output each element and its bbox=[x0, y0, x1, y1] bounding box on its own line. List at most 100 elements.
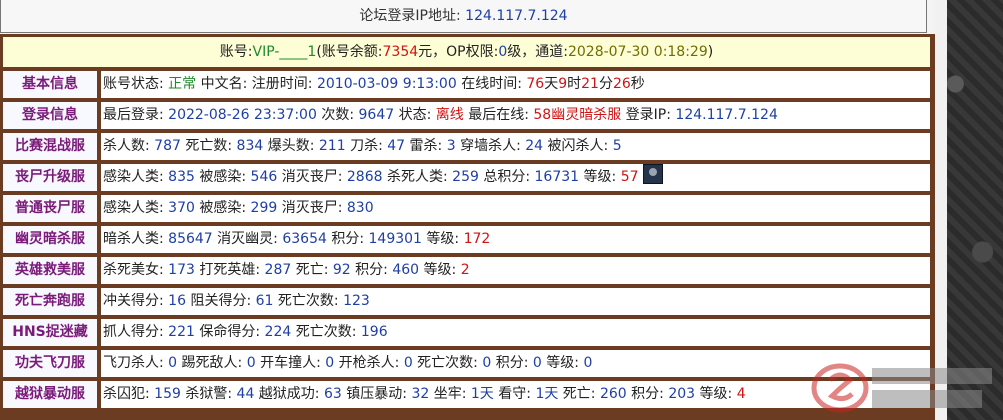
stat-label: 等级: bbox=[419, 262, 461, 278]
stat-label: 总积分: bbox=[478, 169, 535, 185]
stat-value: 259 bbox=[452, 169, 479, 185]
account-balance: 7354 bbox=[382, 44, 419, 60]
stat-label: 登录IP: bbox=[621, 107, 676, 123]
stat-label: 在线时间: bbox=[456, 76, 527, 92]
table-row: 越狱暴动服 杀囚犯: 159 杀狱警: 44 越狱成功: 63 镇压暴动: 32 … bbox=[2, 380, 931, 409]
hdr-p3: 元，OP权限: bbox=[418, 44, 499, 60]
stat-label: 积分: bbox=[626, 386, 669, 402]
stat-value: 2022-08-26 23:37:00 bbox=[168, 107, 317, 123]
stat-label: 等级: bbox=[421, 231, 464, 247]
stat-value: 0 bbox=[403, 355, 413, 371]
stats-table: 账号:VIP-____1(账号余额:7354元，OP权限:0级，通道:2028-… bbox=[0, 34, 935, 420]
stat-value: 460 bbox=[392, 262, 420, 278]
account-name: VIP-____1 bbox=[252, 44, 317, 60]
stat-label: 中文名: 注册时间: bbox=[196, 76, 317, 92]
category-label: 普通丧尸服 bbox=[2, 194, 98, 223]
stat-label: 被感染: bbox=[194, 169, 251, 185]
stat-label: 踢死敌人: bbox=[177, 355, 247, 371]
stat-label: 雷杀: bbox=[405, 138, 447, 154]
stats-rows: 基本信息 账号状态: 正常 中文名: 注册时间: 2010-03-09 9:13:… bbox=[2, 70, 931, 409]
stat-label: 消灭幽灵: bbox=[212, 231, 283, 247]
stat-label: 杀死人类: bbox=[382, 169, 453, 185]
stat-value: 2010-03-09 9:13:00 bbox=[316, 76, 457, 92]
stat-label: 杀死美女: bbox=[103, 262, 169, 278]
stat-value: 224 bbox=[264, 324, 292, 340]
stat-label: 次数: bbox=[316, 107, 359, 123]
stat-value: 63654 bbox=[282, 231, 327, 247]
stats-info: 冲关得分: 16 阻关得分: 61 死亡次数: 123 bbox=[100, 287, 931, 316]
table-row: 登录信息 最后登录: 2022-08-26 23:37:00 次数: 9647 状… bbox=[2, 101, 931, 130]
stat-value: 63 bbox=[323, 386, 342, 402]
stat-value: 299 bbox=[250, 200, 278, 216]
stat-label: 开枪杀人: bbox=[334, 355, 404, 371]
stat-label: 爆头数: bbox=[263, 138, 319, 154]
hdr-p5: ) bbox=[707, 44, 714, 60]
stat-label: 阻关得分: bbox=[186, 293, 256, 309]
stat-value: 58幽灵暗杀服 bbox=[533, 107, 622, 123]
stat-label: 杀人数: bbox=[103, 138, 155, 154]
category-label: HNS捉迷藏 bbox=[2, 318, 98, 347]
stat-value: 正常 bbox=[168, 76, 197, 92]
stats-info: 飞刀杀人: 0 踢死敌人: 0 开车撞人: 0 开枪杀人: 0 死亡次数: 0 … bbox=[100, 349, 931, 378]
stat-label: 死亡次数: bbox=[412, 355, 483, 371]
stats-info: 感染人类: 835 被感染: 546 消灭丧尸: 2868 杀死人类: 259 … bbox=[100, 163, 931, 192]
stat-label: 开车撞人: bbox=[255, 355, 326, 371]
stat-value: 92 bbox=[332, 262, 351, 278]
stat-label: 秒 bbox=[630, 76, 645, 92]
stat-value: 370 bbox=[168, 200, 195, 216]
stat-value: 85647 bbox=[168, 231, 213, 247]
stat-label: 抓人得分: bbox=[103, 324, 169, 340]
ip-label: 论坛登录IP地址: bbox=[359, 8, 461, 24]
stat-label: 被感染: bbox=[194, 200, 251, 216]
stat-value: 0 bbox=[168, 355, 178, 371]
category-label: 幽灵暗杀服 bbox=[2, 225, 98, 254]
stat-value: 26 bbox=[612, 76, 631, 92]
stat-value: 0 bbox=[532, 355, 542, 371]
stat-label: 保命得分: bbox=[194, 324, 265, 340]
stat-label: 账号状态: bbox=[103, 76, 169, 92]
stat-label: 越狱成功: bbox=[254, 386, 324, 402]
table-row: 普通丧尸服 感染人类: 370 被感染: 299 消灭丧尸: 830 bbox=[2, 194, 931, 223]
stat-label: 分 bbox=[598, 76, 613, 92]
stats-info: 账号状态: 正常 中文名: 注册时间: 2010-03-09 9:13:00 在… bbox=[100, 70, 931, 99]
top-ip-text: 论坛登录IP地址: 124.117.7.124 bbox=[0, 0, 927, 33]
stat-value: 287 bbox=[264, 262, 292, 278]
stat-value: 47 bbox=[387, 138, 406, 154]
stat-value: 0 bbox=[246, 355, 256, 371]
stat-value: 9647 bbox=[358, 107, 395, 123]
category-label: 丧尸升级服 bbox=[2, 163, 98, 192]
stat-label: 飞刀杀人: bbox=[103, 355, 169, 371]
stat-label: 积分: bbox=[350, 262, 393, 278]
table-row: 基本信息 账号状态: 正常 中文名: 注册时间: 2010-03-09 9:13:… bbox=[2, 70, 931, 99]
stats-info: 感染人类: 370 被感染: 299 消灭丧尸: 830 bbox=[100, 194, 931, 223]
stat-value: 57 bbox=[620, 169, 639, 185]
stats-info: 抓人得分: 221 保命得分: 224 死亡次数: 196 bbox=[100, 318, 931, 347]
stat-value: 0 bbox=[583, 355, 593, 371]
stat-label: 冲关得分: bbox=[103, 293, 169, 309]
stat-value: 211 bbox=[318, 138, 346, 154]
stat-value: 61 bbox=[255, 293, 274, 309]
hdr-p1: 账号: bbox=[219, 44, 253, 60]
stat-value: 172 bbox=[463, 231, 491, 247]
stat-label: 等级: bbox=[541, 355, 584, 371]
stat-value: 546 bbox=[250, 169, 278, 185]
stat-value: 24 bbox=[525, 138, 544, 154]
stat-value: 834 bbox=[236, 138, 264, 154]
stat-value: 260 bbox=[599, 386, 627, 402]
category-label: 英雄救美服 bbox=[2, 256, 98, 285]
ip-value: 124.117.7.124 bbox=[465, 8, 568, 24]
stat-value: 835 bbox=[168, 169, 195, 185]
top-ip-bar: 论坛登录IP地址: 124.117.7.124 bbox=[0, 0, 935, 34]
channel-date: 2028-07-30 0:18:29 bbox=[567, 44, 708, 60]
stat-value: 0 bbox=[325, 355, 335, 371]
table-row: HNS捉迷藏 抓人得分: 221 保命得分: 224 死亡次数: 196 bbox=[2, 318, 931, 347]
stat-value: 203 bbox=[668, 386, 696, 402]
stat-value: 221 bbox=[168, 324, 195, 340]
stat-label: 杀狱警: bbox=[180, 386, 237, 402]
stat-value: 16731 bbox=[534, 169, 580, 185]
stat-label: 死亡数: bbox=[180, 138, 237, 154]
stat-value: 4 bbox=[736, 386, 746, 402]
category-label: 基本信息 bbox=[2, 70, 98, 99]
stats-info: 杀人数: 787 死亡数: 834 爆头数: 211 刀杀: 47 雷杀: 3 … bbox=[100, 132, 931, 161]
table-row: 丧尸升级服 感染人类: 835 被感染: 546 消灭丧尸: 2868 杀死人类:… bbox=[2, 163, 931, 192]
